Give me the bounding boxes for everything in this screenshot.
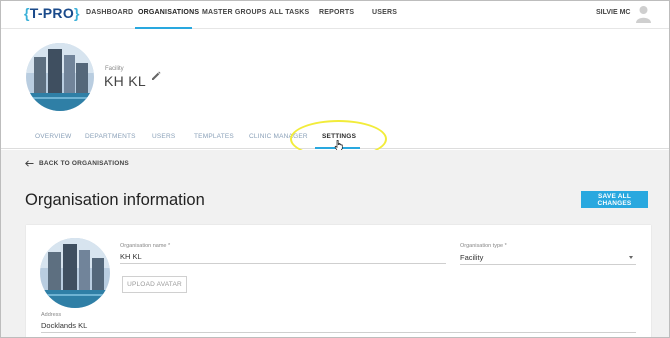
organisation-type-label: Facility [105,66,124,72]
organisation-type-label: Organisation type * [460,243,507,249]
tab-templates[interactable]: TEMPLATES [194,133,234,140]
user-name[interactable]: SILVIE MC [596,9,630,16]
organisation-type-select[interactable]: Facility [460,253,483,262]
dropdown-arrow-icon[interactable] [629,256,633,259]
organisation-name-underline [120,263,446,264]
organisation-info-card: Organisation name * KH KL Organisation t… [26,225,651,337]
organisation-name-input[interactable]: KH KL [120,252,142,261]
address-label: Address [41,312,62,318]
save-all-changes-button[interactable]: SAVE ALL CHANGES [581,191,648,208]
organisation-avatar [26,43,94,111]
address-underline [41,332,636,333]
logo-brace-close: } [74,5,80,21]
nav-organisations[interactable]: ORGANISATIONS [138,9,199,16]
logo[interactable]: {T-PRO} [24,5,80,21]
section-title: Organisation information [25,191,205,209]
nav-all-tasks[interactable]: ALL TASKS [269,9,309,16]
address-input[interactable]: Docklands KL [41,321,87,330]
tab-departments[interactable]: DEPARTMENTS [85,133,136,140]
back-to-organisations-link[interactable]: BACK TO ORGANISATIONS [25,160,129,167]
organisation-name-label: Organisation name * [120,243,171,249]
settings-content: BACK TO ORGANISATIONS Organisation infor… [1,150,669,337]
nav-users[interactable]: USERS [372,9,397,16]
organisation-type-underline [460,264,636,265]
logo-text: T-PRO [29,5,75,21]
pencil-icon[interactable] [151,71,161,81]
nav-master-groups[interactable]: MASTER GROUPS [202,9,266,16]
tab-users[interactable]: USERS [152,133,175,140]
back-arrow-icon [25,160,34,167]
organisation-name: KH KL [104,73,146,89]
upload-avatar-button[interactable]: UPLOAD AVATAR [122,276,187,293]
tab-overview[interactable]: OVERVIEW [35,133,72,140]
organisation-avatar-preview [40,238,110,308]
user-avatar-icon[interactable] [636,5,651,23]
nav-reports[interactable]: REPORTS [319,9,354,16]
nav-dashboard[interactable]: DASHBOARD [86,9,133,16]
organisation-header: Facility KH KL [1,29,669,123]
back-link-label: BACK TO ORGANISATIONS [39,160,129,167]
top-navigation: {T-PRO} DASHBOARD ORGANISATIONS MASTER G… [1,1,669,29]
app-window: {T-PRO} DASHBOARD ORGANISATIONS MASTER G… [0,0,670,338]
